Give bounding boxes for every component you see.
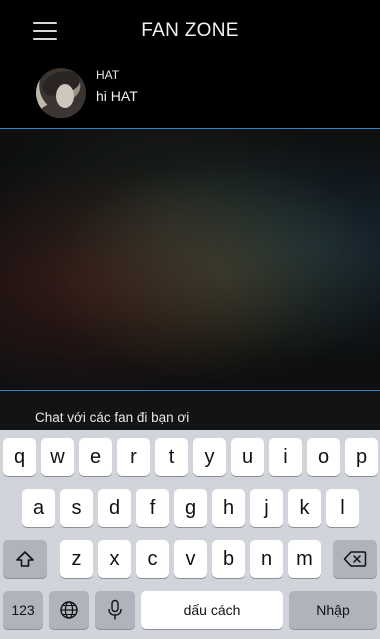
page-title: FAN ZONE (141, 20, 239, 41)
backspace-icon (343, 551, 367, 567)
space-key[interactable]: dấu cách (141, 591, 283, 629)
message-sender-name: HAT (96, 68, 120, 82)
key-r[interactable]: r (117, 438, 150, 476)
key-v[interactable]: v (174, 540, 207, 578)
key-k[interactable]: k (288, 489, 321, 527)
key-x[interactable]: x (98, 540, 131, 578)
numbers-key[interactable]: 123 (3, 591, 43, 629)
key-o[interactable]: o (307, 438, 340, 476)
key-f[interactable]: f (136, 489, 169, 527)
key-y[interactable]: y (193, 438, 226, 476)
key-h[interactable]: h (212, 489, 245, 527)
key-i[interactable]: i (269, 438, 302, 476)
onscreen-keyboard: q w e r t y u i o p a s d f g h j k l z … (0, 430, 380, 639)
key-e[interactable]: e (79, 438, 112, 476)
return-key[interactable]: Nhập (289, 591, 377, 629)
shift-key[interactable] (3, 540, 47, 578)
key-l[interactable]: l (326, 489, 359, 527)
globe-icon (60, 601, 78, 619)
key-u[interactable]: u (231, 438, 264, 476)
key-z[interactable]: z (60, 540, 93, 578)
microphone-icon (108, 599, 122, 620)
key-b[interactable]: b (212, 540, 245, 578)
microphone-key[interactable] (95, 591, 135, 629)
key-s[interactable]: s (60, 489, 93, 527)
app-header: FAN ZONE (0, 0, 380, 62)
key-a[interactable]: a (22, 489, 55, 527)
key-m[interactable]: m (288, 540, 321, 578)
key-t[interactable]: t (155, 438, 188, 476)
key-c[interactable]: c (136, 540, 169, 578)
message-text: hi HAT (96, 88, 138, 104)
key-g[interactable]: g (174, 489, 207, 527)
backspace-key[interactable] (333, 540, 377, 578)
key-p[interactable]: p (345, 438, 378, 476)
avatar[interactable] (36, 68, 86, 118)
key-j[interactable]: j (250, 489, 283, 527)
chat-input-field[interactable]: Chat với các fan đi bạn ơi (35, 410, 189, 425)
chat-input-bar[interactable]: Chat với các fan đi bạn ơi (0, 390, 380, 430)
key-w[interactable]: w (41, 438, 74, 476)
key-d[interactable]: d (98, 489, 131, 527)
globe-key[interactable] (49, 591, 89, 629)
shift-icon (16, 551, 34, 567)
message-item[interactable]: HAT hi HAT (0, 62, 380, 129)
key-n[interactable]: n (250, 540, 283, 578)
key-q[interactable]: q (3, 438, 36, 476)
chat-background (0, 129, 380, 390)
